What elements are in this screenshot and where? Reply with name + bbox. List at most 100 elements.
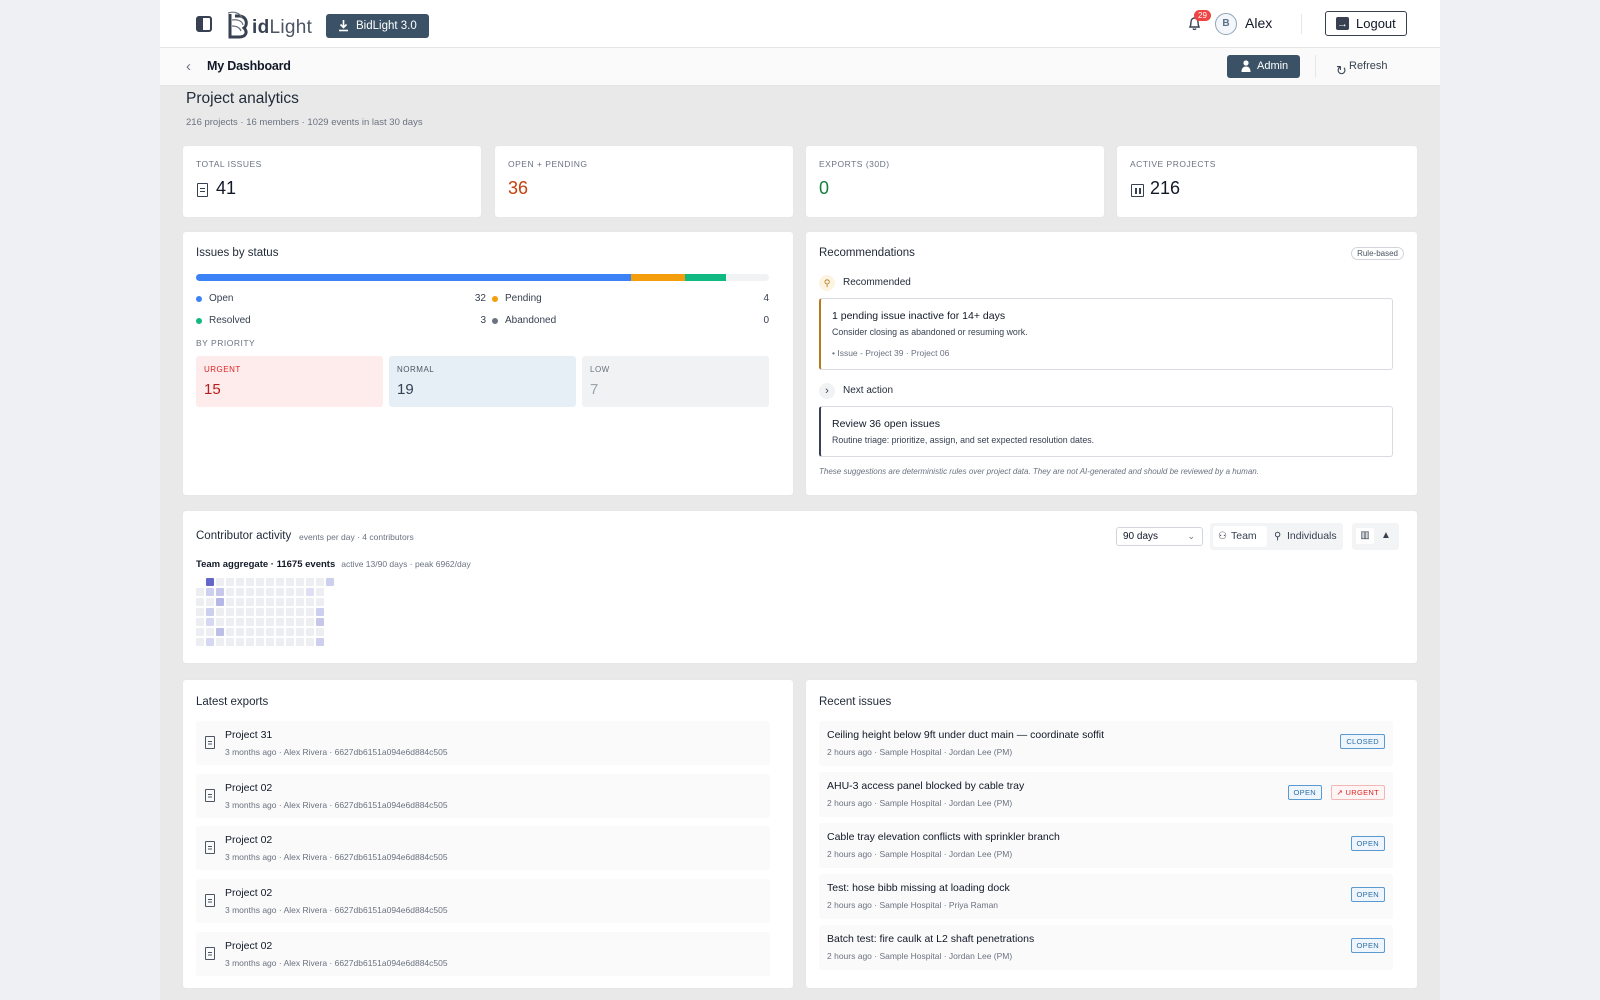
heatmap-cell[interactable] — [296, 628, 304, 636]
heatmap-cell[interactable] — [236, 578, 244, 586]
heatmap-cell[interactable] — [276, 618, 284, 626]
heatmap-cell[interactable] — [256, 608, 264, 616]
heatmap-cell[interactable] — [316, 628, 324, 636]
priority-urgent-tile[interactable]: URGENT 15 — [196, 356, 383, 407]
heatmap-cell[interactable] — [306, 628, 314, 636]
logout-button[interactable]: Logout — [1325, 11, 1407, 36]
heatmap-cell[interactable] — [296, 638, 304, 646]
heatmap-cell[interactable] — [256, 588, 264, 596]
heatmap-cell[interactable] — [286, 578, 294, 586]
heatmap-cell[interactable] — [276, 638, 284, 646]
heatmap-cell[interactable] — [246, 618, 254, 626]
heatmap-cell[interactable] — [246, 578, 254, 586]
refresh-button[interactable]: ↻ Refresh — [1315, 55, 1410, 78]
export-item[interactable]: Project 02 3 months ago · Alex Rivera · … — [196, 932, 770, 976]
heatmap-cell[interactable] — [216, 628, 224, 636]
heatmap-cell[interactable] — [206, 608, 214, 616]
warning-icon[interactable]: ▲ — [1377, 528, 1395, 544]
heatmap-cell[interactable] — [206, 588, 214, 596]
heatmap-cell[interactable] — [286, 598, 294, 606]
export-item[interactable]: Project 02 3 months ago · Alex Rivera · … — [196, 879, 770, 923]
heatmap-cell[interactable] — [256, 638, 264, 646]
priority-normal-tile[interactable]: NORMAL 19 — [389, 356, 576, 407]
heatmap-cell[interactable] — [236, 608, 244, 616]
heatmap-cell[interactable] — [276, 598, 284, 606]
heatmap-cell[interactable] — [266, 598, 274, 606]
bar-chart-icon[interactable]: ▥ — [1356, 528, 1374, 544]
admin-button[interactable]: Admin — [1227, 55, 1300, 78]
heatmap-cell[interactable] — [226, 588, 234, 596]
recommendation-item[interactable]: 1 pending issue inactive for 14+ days Co… — [819, 298, 1393, 370]
heatmap-cell[interactable] — [286, 588, 294, 596]
heatmap-cell[interactable] — [316, 588, 324, 596]
bidlight-logo[interactable]: idLight — [226, 8, 312, 40]
heatmap-cell[interactable] — [196, 638, 204, 646]
heatmap-cell[interactable] — [266, 578, 274, 586]
heatmap-cell[interactable] — [246, 598, 254, 606]
heatmap-cell[interactable] — [236, 598, 244, 606]
heatmap-cell[interactable] — [206, 628, 214, 636]
heatmap-cell[interactable] — [276, 628, 284, 636]
heatmap-cell[interactable] — [256, 618, 264, 626]
heatmap-cell[interactable] — [246, 588, 254, 596]
heatmap-cell[interactable] — [226, 638, 234, 646]
heatmap-cell[interactable] — [316, 638, 324, 646]
heatmap-cell[interactable] — [196, 618, 204, 626]
heatmap-cell[interactable] — [216, 588, 224, 596]
export-item[interactable]: Project 31 3 months ago · Alex Rivera · … — [196, 721, 770, 765]
heatmap-cell[interactable] — [236, 588, 244, 596]
priority-low-tile[interactable]: LOW 7 — [582, 356, 769, 407]
back-chevron-icon[interactable]: ‹ — [186, 58, 191, 75]
heatmap-cell[interactable] — [266, 608, 274, 616]
heatmap-cell[interactable] — [266, 618, 274, 626]
heatmap-cell[interactable] — [296, 618, 304, 626]
issue-item[interactable]: Test: hose bibb missing at loading dock … — [819, 874, 1393, 919]
heatmap-cell[interactable] — [296, 588, 304, 596]
heatmap-cell[interactable] — [276, 578, 284, 586]
heatmap-cell[interactable] — [216, 618, 224, 626]
heatmap-cell[interactable] — [246, 608, 254, 616]
user-name[interactable]: Alex — [1245, 15, 1272, 31]
heatmap-cell[interactable] — [226, 598, 234, 606]
heatmap-cell[interactable] — [236, 638, 244, 646]
heatmap-cell[interactable] — [316, 608, 324, 616]
heatmap-cell[interactable] — [206, 618, 214, 626]
export-item[interactable]: Project 02 3 months ago · Alex Rivera · … — [196, 774, 770, 818]
heatmap-cell[interactable] — [226, 628, 234, 636]
heatmap-cell[interactable] — [286, 628, 294, 636]
heatmap-cell[interactable] — [266, 588, 274, 596]
heatmap-cell[interactable] — [216, 608, 224, 616]
heatmap-cell[interactable] — [276, 608, 284, 616]
heatmap-cell[interactable] — [296, 608, 304, 616]
team-tab[interactable]: ⚇ Team — [1213, 526, 1267, 547]
heatmap-cell[interactable] — [306, 598, 314, 606]
heatmap-cell[interactable] — [306, 638, 314, 646]
sidebar-toggle-icon[interactable] — [196, 16, 212, 32]
heatmap-cell[interactable] — [256, 598, 264, 606]
heatmap-cell[interactable] — [316, 598, 324, 606]
heatmap-cell[interactable] — [296, 598, 304, 606]
heatmap-cell[interactable] — [216, 638, 224, 646]
issue-item[interactable]: Batch test: fire caulk at L2 shaft penet… — [819, 925, 1393, 970]
heatmap-cell[interactable] — [196, 608, 204, 616]
heatmap-cell[interactable] — [296, 578, 304, 586]
heatmap-cell[interactable] — [326, 578, 334, 586]
heatmap-cell[interactable] — [256, 578, 264, 586]
heatmap-cell[interactable] — [306, 588, 314, 596]
range-select[interactable]: 90 days ⌄ — [1116, 527, 1203, 546]
heatmap-cell[interactable] — [266, 628, 274, 636]
heatmap-cell[interactable] — [196, 628, 204, 636]
heatmap-cell[interactable] — [196, 588, 204, 596]
avatar[interactable]: B — [1215, 13, 1237, 35]
heatmap-cell[interactable] — [206, 638, 214, 646]
heatmap-cell[interactable] — [196, 598, 204, 606]
recommendation-meta[interactable]: • Issue - Project 39 · Project 06 — [832, 348, 949, 358]
heatmap-cell[interactable] — [216, 578, 224, 586]
heatmap-cell[interactable] — [206, 578, 214, 586]
heatmap-cell[interactable] — [246, 628, 254, 636]
heatmap-cell[interactable] — [236, 618, 244, 626]
individuals-tab[interactable]: ⚲ Individuals — [1269, 526, 1341, 547]
heatmap-cell[interactable] — [306, 608, 314, 616]
heatmap-cell[interactable] — [216, 598, 224, 606]
export-item[interactable]: Project 02 3 months ago · Alex Rivera · … — [196, 826, 770, 870]
